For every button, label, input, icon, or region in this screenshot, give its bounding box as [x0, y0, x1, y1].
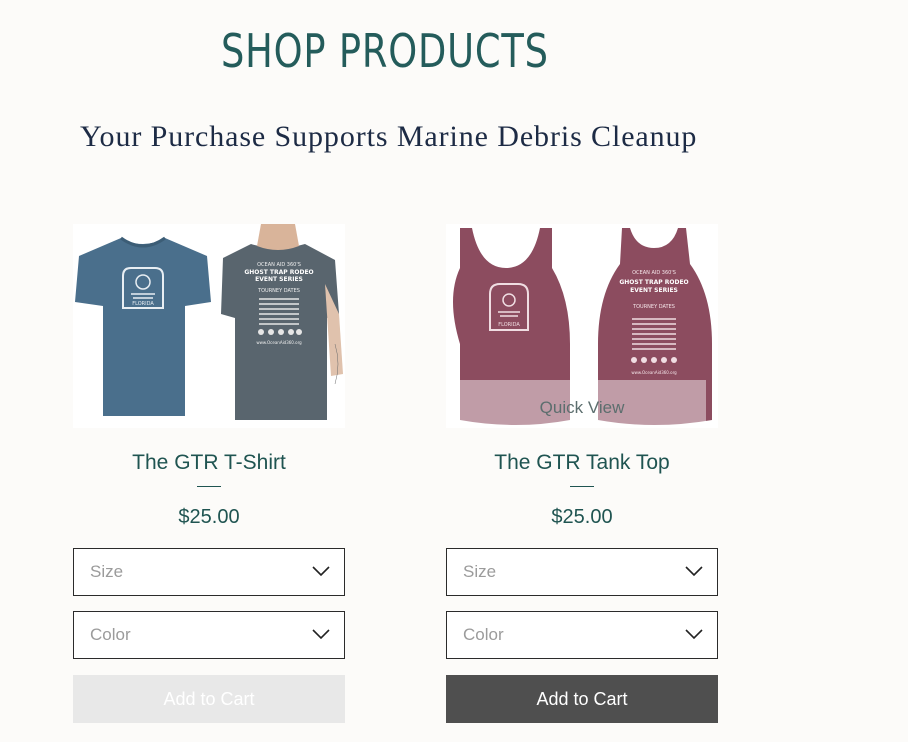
product-image-tshirt[interactable]: FLORIDA OCEAN AID 360'S GHOST TRAP RODEO…	[73, 224, 345, 428]
product-price: $25.00	[178, 506, 240, 528]
product-price: $25.00	[551, 506, 613, 528]
page-subtitle: Your Purchase Supports Marine Debris Cle…	[80, 120, 698, 153]
product-name[interactable]: The GTR Tank Top	[446, 448, 718, 478]
chevron-down-icon	[312, 629, 330, 640]
name-divider	[197, 486, 221, 487]
svg-text:GHOST TRAP RODEO: GHOST TRAP RODEO	[619, 279, 688, 286]
svg-text:EVENT SERIES: EVENT SERIES	[630, 287, 678, 294]
name-divider	[570, 486, 594, 487]
add-to-cart-button[interactable]: Add to Cart	[446, 675, 718, 723]
chevron-down-icon	[685, 629, 703, 640]
product-card-tshirt[interactable]: FLORIDA OCEAN AID 360'S GHOST TRAP RODEO…	[73, 224, 345, 724]
color-select-placeholder: Color	[463, 625, 504, 644]
product-name[interactable]: The GTR T-Shirt	[73, 448, 345, 478]
product-image-tank-top[interactable]: FLORIDA OCEAN AID 360'S GHOST TRAP RODEO…	[446, 224, 718, 428]
size-select[interactable]: Size	[446, 548, 718, 596]
svg-text:GHOST TRAP RODEO: GHOST TRAP RODEO	[244, 269, 313, 276]
size-select[interactable]: Size	[73, 548, 345, 596]
svg-text:FLORIDA: FLORIDA	[498, 322, 520, 328]
color-select[interactable]: Color	[73, 611, 345, 659]
svg-text:FLORIDA: FLORIDA	[132, 301, 154, 307]
product-card-tank-top[interactable]: FLORIDA OCEAN AID 360'S GHOST TRAP RODEO…	[446, 224, 718, 724]
svg-text:EVENT SERIES: EVENT SERIES	[255, 276, 303, 283]
quick-view-button[interactable]: Quick View	[458, 380, 706, 428]
color-select-placeholder: Color	[90, 625, 131, 644]
svg-text:www.OceanAid360.org: www.OceanAid360.org	[631, 370, 677, 375]
chevron-down-icon	[312, 566, 330, 577]
tshirt-photo: FLORIDA OCEAN AID 360'S GHOST TRAP RODEO…	[73, 224, 345, 428]
size-select-placeholder: Size	[463, 562, 497, 581]
svg-text:www.OceanAid360.org: www.OceanAid360.org	[256, 340, 302, 345]
color-select[interactable]: Color	[446, 611, 718, 659]
add-to-cart-button[interactable]: Add to Cart	[73, 675, 345, 723]
svg-text:OCEAN AID 360'S: OCEAN AID 360'S	[632, 270, 676, 276]
svg-text:TOURNEY DATES: TOURNEY DATES	[257, 288, 300, 294]
svg-text:OCEAN AID 360'S: OCEAN AID 360'S	[257, 262, 301, 268]
page-title: SHOP PRODUCTS	[221, 24, 549, 78]
svg-text:TOURNEY DATES: TOURNEY DATES	[632, 304, 675, 310]
chevron-down-icon	[685, 566, 703, 577]
size-select-placeholder: Size	[90, 562, 124, 581]
